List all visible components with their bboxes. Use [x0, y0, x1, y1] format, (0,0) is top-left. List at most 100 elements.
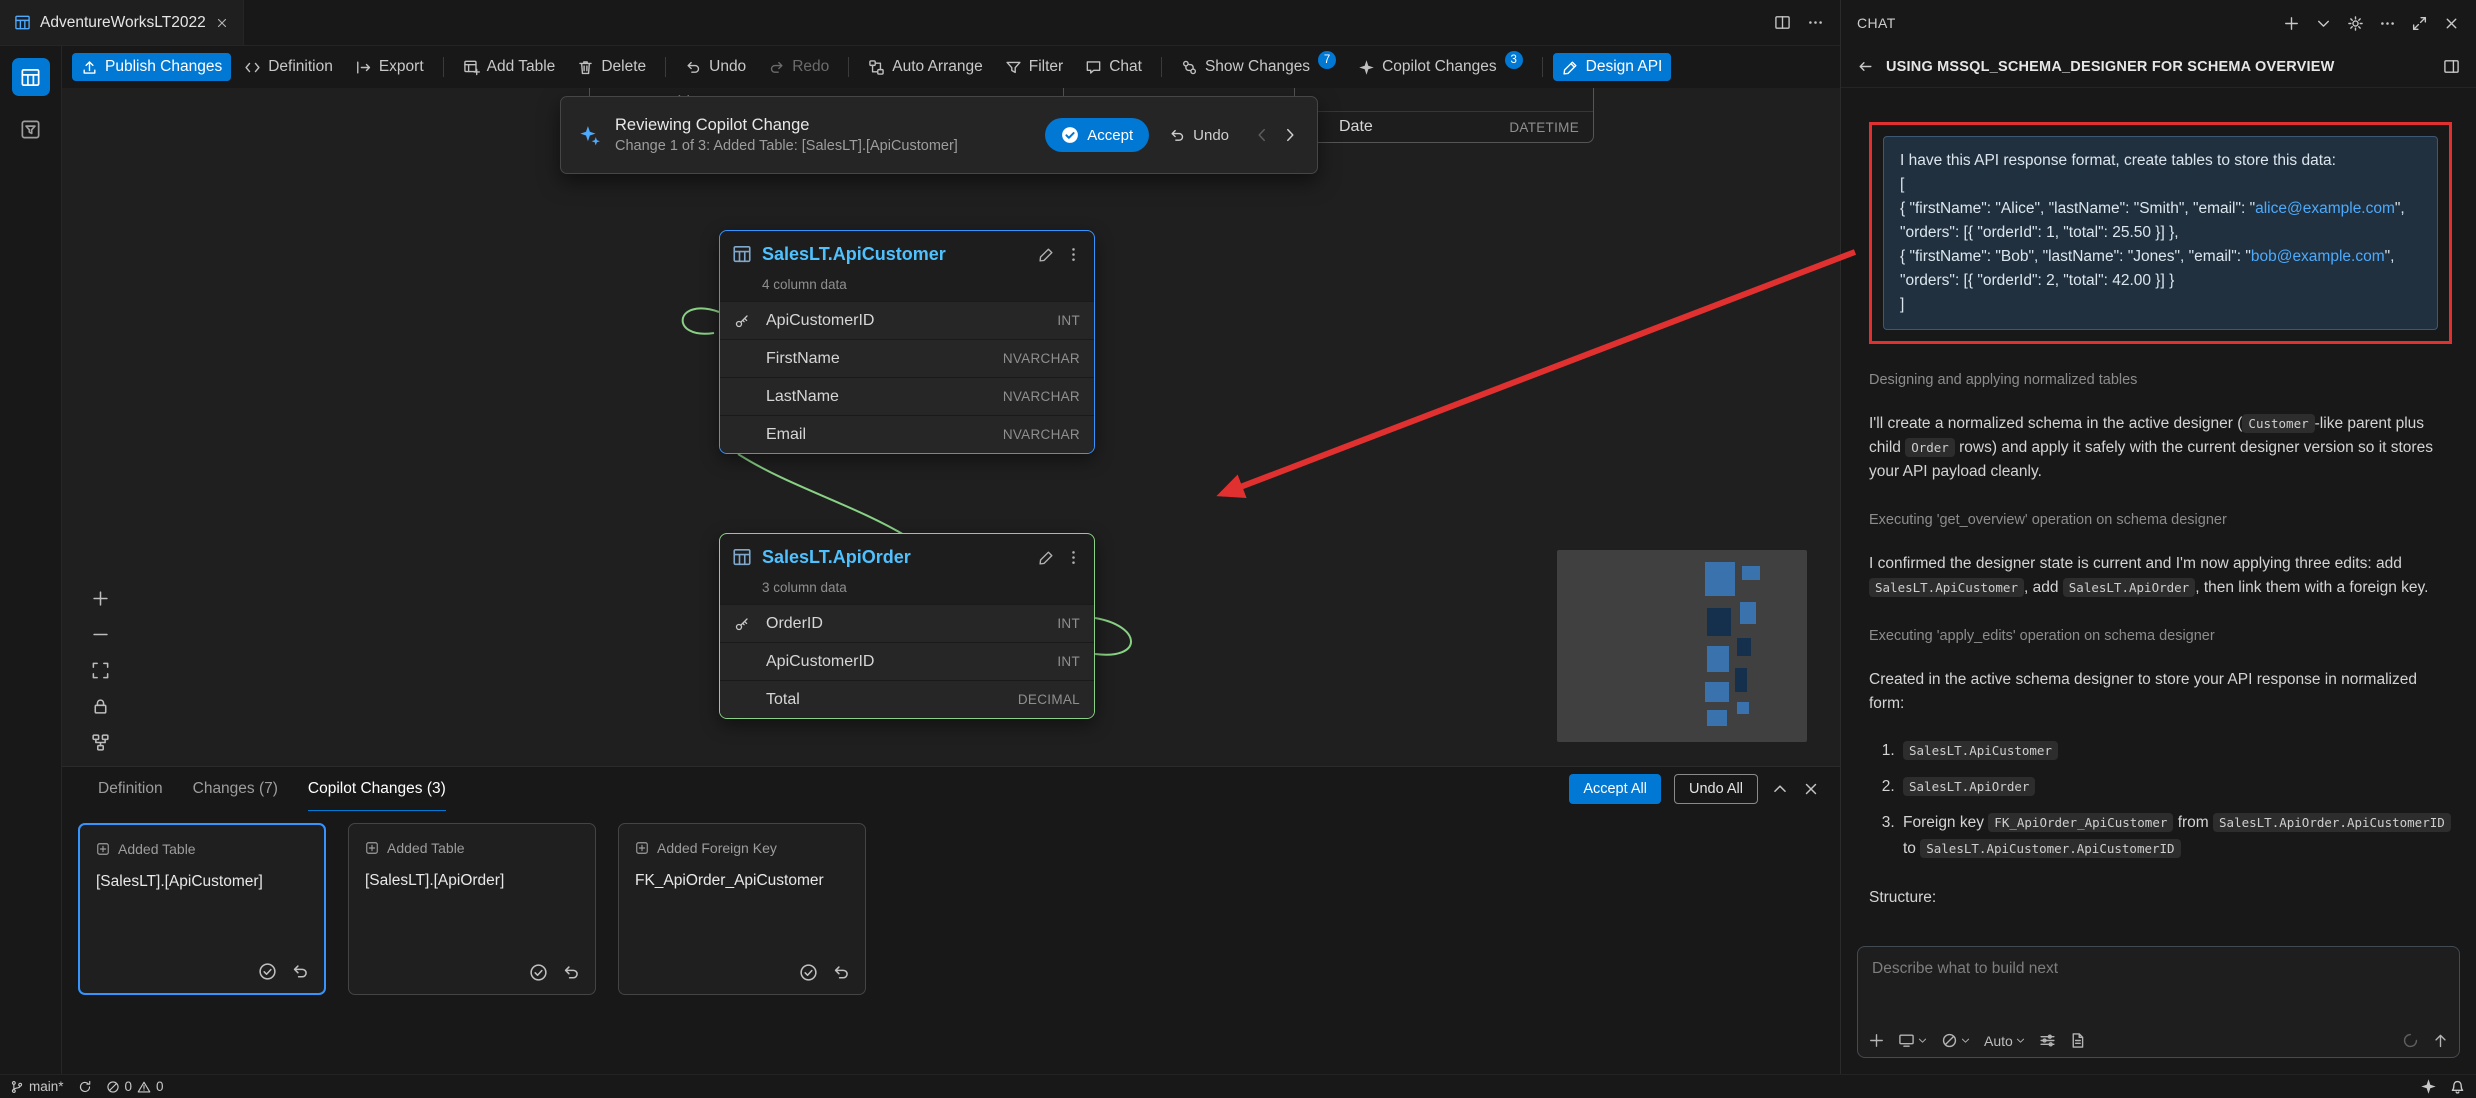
undo-icon: [1169, 127, 1186, 144]
model-picker[interactable]: Auto: [1984, 1033, 2026, 1049]
gear-icon[interactable]: [2347, 15, 2364, 32]
canvas-controls: [88, 586, 112, 754]
column-row[interactable]: EmailNVARCHAR: [720, 415, 1094, 453]
publish-changes-button[interactable]: Publish Changes: [72, 53, 231, 81]
more-icon[interactable]: [2379, 15, 2396, 32]
code-icon: [244, 59, 261, 76]
copilot-changes-button[interactable]: Copilot Changes 3: [1349, 53, 1532, 81]
tab-copilot-changes[interactable]: Copilot Changes (3): [308, 767, 446, 811]
column-row[interactable]: Date DATETIME: [1295, 112, 1593, 142]
export-button[interactable]: Export: [346, 53, 433, 81]
schema-canvas[interactable]: rowguid UNIQUEIDENTIFIER Date DATETIME: [62, 88, 1840, 766]
message-line: "orders": [{ "orderId": 1, "total": 25.5…: [1900, 221, 2421, 245]
column-row[interactable]: ApiCustomerIDINT: [720, 642, 1094, 680]
send-icon[interactable]: [2432, 1032, 2449, 1049]
auto-arrange-button[interactable]: Auto Arrange: [859, 53, 991, 81]
accept-change-icon[interactable]: [258, 962, 277, 981]
change-card[interactable]: Added Foreign KeyFK_ApiOrder_ApiCustomer: [618, 823, 866, 995]
tab-changes[interactable]: Changes (7): [193, 767, 278, 811]
copilot-icon[interactable]: [2420, 1078, 2437, 1095]
fit-view-button[interactable]: [88, 658, 112, 682]
change-card[interactable]: Added Table[SalesLT].[ApiOrder]: [348, 823, 596, 995]
more-actions-icon[interactable]: [1807, 14, 1824, 31]
clipped-table[interactable]: Date DATETIME: [1294, 88, 1594, 143]
add-table-button[interactable]: Add Table: [454, 53, 565, 81]
accept-change-icon[interactable]: [799, 963, 818, 982]
definition-button[interactable]: Definition: [235, 53, 342, 81]
add-context-icon[interactable]: [1868, 1032, 1885, 1049]
undo-change-button[interactable]: Undo: [1163, 123, 1235, 148]
table-menu-icon[interactable]: [1065, 246, 1082, 263]
accept-change-icon[interactable]: [529, 963, 548, 982]
column-row[interactable]: TotalDECIMAL: [720, 680, 1094, 718]
undo-change-icon[interactable]: [562, 963, 581, 982]
accept-change-button[interactable]: Accept: [1045, 118, 1149, 152]
sync-item[interactable]: [78, 1080, 92, 1094]
git-branch-item[interactable]: main*: [10, 1079, 64, 1094]
column-row[interactable]: FirstNameNVARCHAR: [720, 339, 1094, 377]
instructions-icon[interactable]: [2069, 1032, 2086, 1049]
redo-button[interactable]: Redo: [759, 53, 838, 81]
chat-input[interactable]: Auto: [1857, 946, 2460, 1058]
next-change-icon[interactable]: [1281, 126, 1299, 144]
editor-tab[interactable]: AdventureWorksLT2022: [0, 0, 244, 45]
table-menu-icon[interactable]: [1065, 549, 1082, 566]
previous-change-icon[interactable]: [1253, 126, 1271, 144]
close-chat-icon[interactable]: [2443, 15, 2460, 32]
undo-change-icon[interactable]: [291, 962, 310, 981]
tools-icon[interactable]: [2039, 1032, 2056, 1049]
auto-layout-button[interactable]: [88, 730, 112, 754]
change-navigation: [1253, 126, 1299, 144]
column-row[interactable]: LastNameNVARCHAR: [720, 377, 1094, 415]
email-link[interactable]: bob@example.com: [2251, 248, 2385, 265]
text-segment: from: [2173, 814, 2213, 831]
schema-filter-activity-button[interactable]: [12, 110, 50, 148]
close-panel-icon[interactable]: [1802, 780, 1820, 798]
column-row[interactable]: OrderIDINT: [720, 604, 1094, 642]
table-icon: [732, 547, 752, 567]
column-row[interactable]: ApiCustomerIDINT: [720, 301, 1094, 339]
new-chat-icon[interactable]: [2283, 15, 2300, 32]
zoom-in-button[interactable]: [88, 586, 112, 610]
schema-designer-activity-button[interactable]: [12, 58, 50, 96]
chevron-down-icon[interactable]: [2315, 15, 2332, 32]
zoom-out-button[interactable]: [88, 622, 112, 646]
split-editor-icon[interactable]: [1774, 14, 1791, 31]
undo-button[interactable]: Undo: [676, 53, 755, 81]
chat-conversation[interactable]: I have this API response format, create …: [1841, 88, 2476, 934]
warning-count: 0: [156, 1079, 164, 1094]
chat-button[interactable]: Chat: [1076, 53, 1151, 81]
email-link[interactable]: alice@example.com: [2255, 200, 2395, 217]
design-api-button[interactable]: Design API: [1553, 53, 1672, 81]
chevron-up-icon[interactable]: [1771, 780, 1789, 798]
accept-all-button[interactable]: Accept All: [1569, 774, 1661, 804]
expand-icon[interactable]: [2411, 15, 2428, 32]
open-in-editor-icon[interactable]: [2443, 58, 2460, 75]
check-circle-icon: [1061, 126, 1079, 144]
delete-button[interactable]: Delete: [568, 53, 655, 81]
filter-icon: [1005, 59, 1022, 76]
chat-user-message: I have this API response format, create …: [1883, 136, 2438, 330]
bell-icon[interactable]: [2449, 1078, 2466, 1095]
undo-change-icon[interactable]: [832, 963, 851, 982]
problems-item[interactable]: 0 0: [106, 1079, 164, 1094]
filter-button[interactable]: Filter: [996, 53, 1072, 81]
back-icon[interactable]: [1857, 58, 1874, 75]
tab-definition[interactable]: Definition: [98, 767, 163, 811]
minimap[interactable]: [1557, 550, 1807, 742]
screen-picker[interactable]: [1898, 1032, 1928, 1049]
edit-table-icon[interactable]: [1038, 246, 1055, 263]
edit-table-icon[interactable]: [1038, 549, 1055, 566]
close-icon[interactable]: [215, 16, 229, 30]
change-card[interactable]: Added Table[SalesLT].[ApiCustomer]: [78, 823, 326, 995]
table-node-apiorder[interactable]: SalesLT.ApiOrder 3 column data OrderIDIN…: [719, 533, 1095, 719]
show-changes-button[interactable]: Show Changes 7: [1172, 53, 1345, 81]
error-count: 0: [125, 1079, 133, 1094]
undo-all-button[interactable]: Undo All: [1674, 774, 1758, 804]
mode-picker[interactable]: [1941, 1032, 1971, 1049]
lock-button[interactable]: [88, 694, 112, 718]
text-segment: Foreign key: [1903, 814, 1988, 831]
chat-input-field[interactable]: [1858, 947, 2459, 978]
table-node-apicustomer[interactable]: SalesLT.ApiCustomer 4 column data ApiCus…: [719, 230, 1095, 454]
add-table-label: Add Table: [487, 58, 556, 76]
